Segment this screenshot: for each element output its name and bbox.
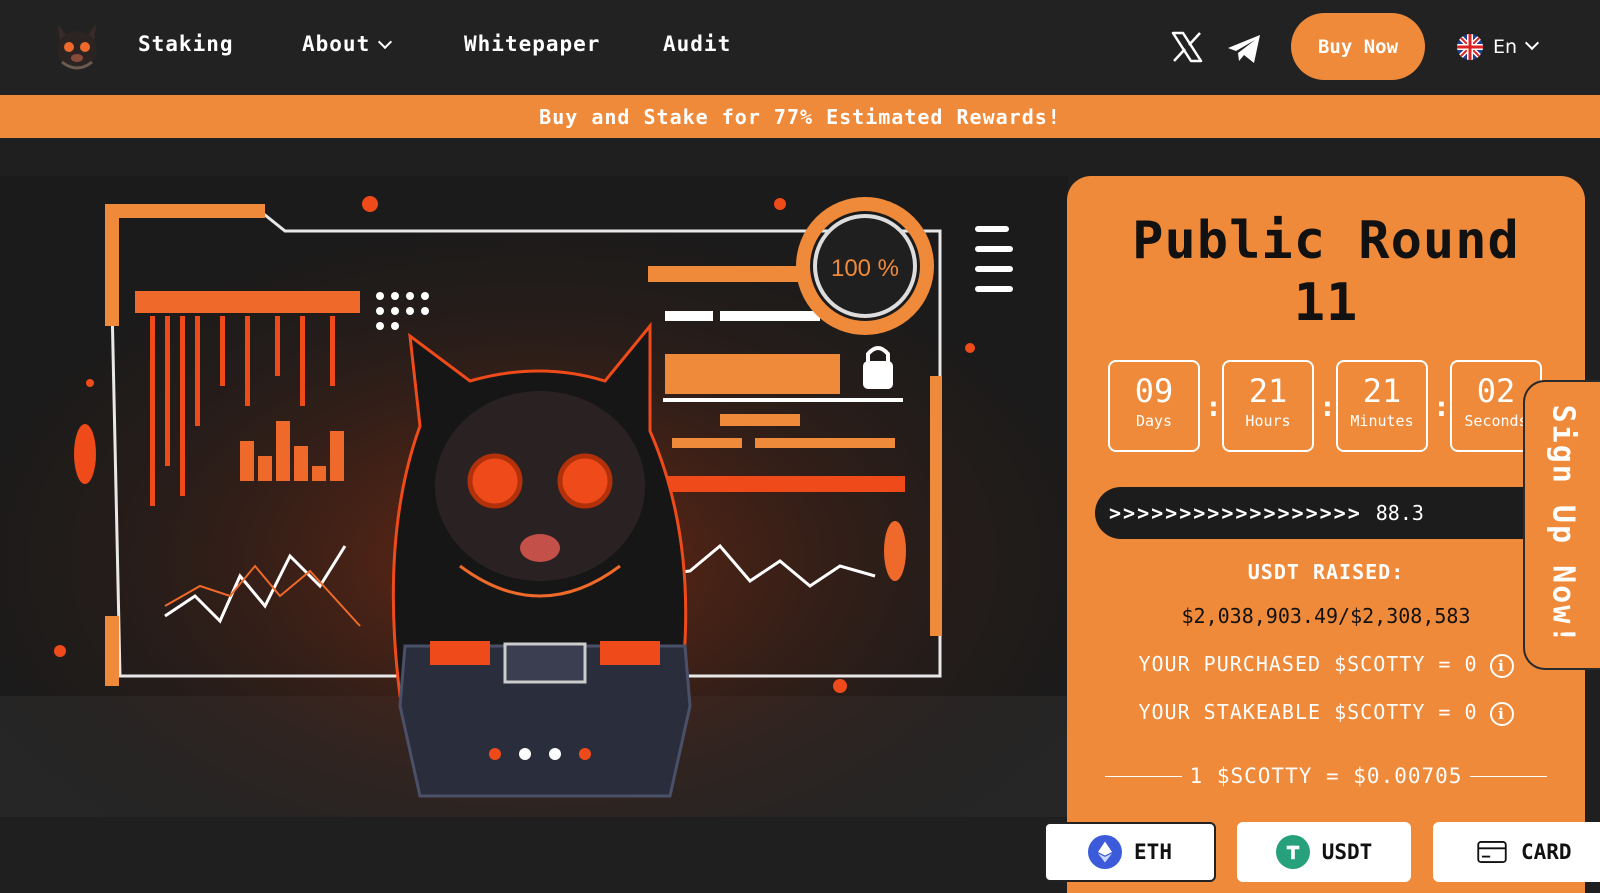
stakeable-balance-text: YOUR STAKEABLE $SCOTTY = 0	[1138, 700, 1478, 724]
sign-up-side-tab[interactable]: Sign Up Now!	[1523, 380, 1600, 670]
round-title-line2: 11	[1293, 273, 1359, 333]
nav-link-staking[interactable]: Staking	[138, 32, 234, 56]
pay-usdt-button[interactable]: USDT	[1237, 822, 1411, 882]
language-selector[interactable]: En	[1457, 34, 1540, 60]
info-icon[interactable]: i	[1489, 701, 1514, 726]
raised-value: $2,038,903.49/$2,308,583	[1181, 604, 1471, 628]
countdown-days: 09 Days	[1108, 360, 1200, 452]
token-price: 1 $SCOTTY = $0.00705	[1105, 762, 1547, 790]
hero-illustration: 100 %	[0, 176, 1068, 817]
countdown-separator: :	[1433, 390, 1450, 423]
chevron-down-icon	[1524, 35, 1540, 51]
chevron-down-icon	[378, 34, 393, 50]
divider	[1105, 775, 1182, 777]
countdown-hours: 21 Hours	[1222, 360, 1314, 452]
round-title-line1: Public Round	[1132, 211, 1520, 271]
progress-chevrons: >>>>>>>>>>>>>>>>>>	[1109, 501, 1362, 525]
promo-banner: Buy and Stake for 77% Estimated Rewards!	[0, 95, 1600, 138]
scotty-logo-icon[interactable]	[52, 20, 102, 72]
telegram-icon[interactable]	[1226, 34, 1262, 64]
countdown-separator: :	[1205, 390, 1222, 423]
countdown-days-value: 09	[1134, 372, 1174, 410]
token-price-text: 1 $SCOTTY = $0.00705	[1189, 764, 1463, 788]
credit-card-icon	[1475, 835, 1509, 869]
tether-icon	[1275, 835, 1310, 869]
top-nav: Staking About Whitepaper Audit Buy Now E…	[0, 0, 1600, 95]
language-label: En	[1493, 36, 1518, 58]
sign-up-side-tab-label: Sign Up Now!	[1545, 404, 1580, 646]
pay-card-button[interactable]: CARD	[1433, 822, 1600, 882]
countdown-hours-value: 21	[1248, 372, 1288, 410]
pay-eth-button[interactable]: ETH	[1044, 822, 1216, 882]
presale-progress-bar: >>>>>>>>>>>>>>>>>> 88.3	[1095, 487, 1585, 539]
x-twitter-icon[interactable]	[1170, 30, 1204, 64]
round-title: Public Round 11	[1067, 210, 1585, 334]
pay-usdt-label: USDT	[1321, 840, 1373, 864]
presale-panel: Public Round 11 09 Days : 21 Hours : 21 …	[1067, 176, 1585, 893]
purchased-balance: YOUR PURCHASED $SCOTTY = 0 i	[1067, 652, 1585, 678]
nav-link-about[interactable]: About	[302, 32, 393, 56]
divider	[1470, 775, 1547, 777]
purchased-balance-text: YOUR PURCHASED $SCOTTY = 0	[1138, 652, 1478, 676]
countdown-minutes-label: Minutes	[1350, 412, 1414, 430]
countdown-minutes: 21 Minutes	[1336, 360, 1428, 452]
countdown-hours-label: Hours	[1245, 412, 1291, 430]
buy-now-button[interactable]: Buy Now	[1291, 13, 1425, 80]
raised-label: USDT RAISED:	[1247, 560, 1405, 584]
progress-percent: 88.3	[1375, 501, 1424, 525]
promo-banner-text: Buy and Stake for 77% Estimated Rewards!	[539, 104, 1061, 129]
gauge-label: 100 %	[831, 255, 899, 282]
nav-link-audit[interactable]: Audit	[663, 32, 731, 56]
nav-link-whitepaper[interactable]: Whitepaper	[464, 32, 600, 56]
countdown-minutes-value: 21	[1362, 372, 1402, 410]
stakeable-balance: YOUR STAKEABLE $SCOTTY = 0 i	[1067, 700, 1585, 726]
nav-link-about-label: About	[302, 32, 371, 56]
countdown-separator: :	[1319, 390, 1336, 423]
info-icon[interactable]: i	[1489, 653, 1514, 678]
ethereum-icon	[1088, 835, 1123, 869]
pay-eth-label: ETH	[1134, 840, 1172, 864]
countdown-days-label: Days	[1135, 412, 1173, 430]
pay-card-label: CARD	[1521, 840, 1572, 864]
uk-flag-icon	[1457, 34, 1483, 60]
